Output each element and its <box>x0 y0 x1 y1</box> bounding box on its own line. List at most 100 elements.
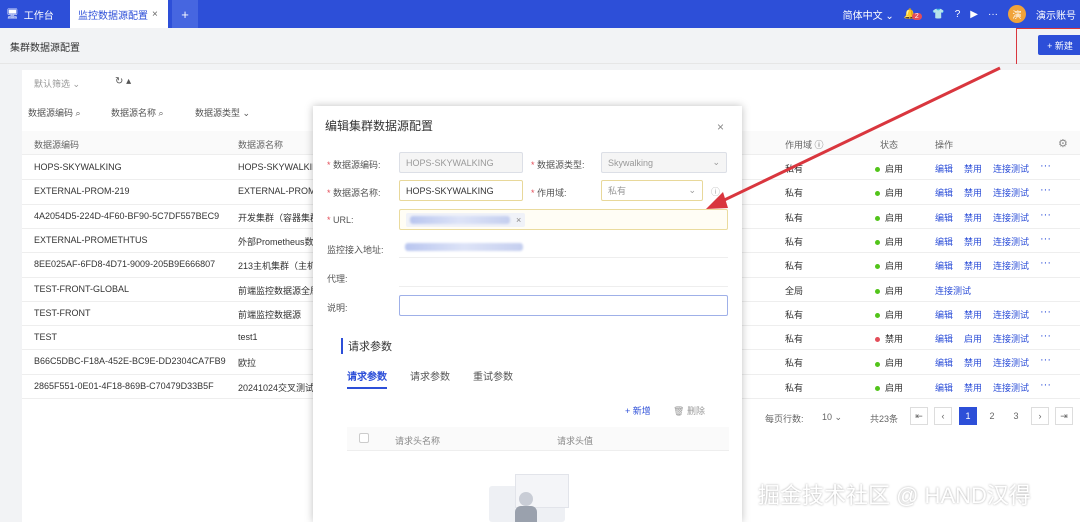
help-circle-icon: ⓘ <box>814 140 824 150</box>
row-action[interactable]: 禁用 <box>964 186 982 199</box>
row-action[interactable]: 编辑 <box>935 356 953 369</box>
per-page-select[interactable]: 10 ⌄ <box>822 412 842 423</box>
row-action[interactable]: 禁用 <box>964 235 982 248</box>
row-action[interactable]: 启用 <box>964 332 982 345</box>
proxy-divider <box>399 286 728 287</box>
url-input[interactable]: × <box>399 209 728 230</box>
select-all-checkbox[interactable] <box>359 433 369 443</box>
more-icon[interactable]: ··· <box>1040 306 1051 318</box>
add-tab-button[interactable]: + <box>172 0 198 28</box>
monitor-icon: 🖥 <box>6 8 19 20</box>
page-1[interactable]: 1 <box>959 407 977 425</box>
tab-retry-params[interactable]: 重试参数 <box>473 368 513 383</box>
row-action[interactable]: 连接测试 <box>993 162 1029 175</box>
default-filter-select[interactable]: 默认筛选 ⌄ <box>34 77 80 90</box>
row-action[interactable]: 编辑 <box>935 211 953 224</box>
row-action[interactable]: 连接测试 <box>993 308 1029 321</box>
row-action[interactable]: 连接测试 <box>993 186 1029 199</box>
help-circle-icon[interactable]: ⓘ <box>711 185 720 198</box>
row-action[interactable]: 连接测试 <box>993 259 1029 272</box>
search-icon: ⌕ <box>75 108 81 118</box>
edit-modal: 编辑集群数据源配置 × * 数据源编码: HOPS-SKYWALKING * 数… <box>313 106 742 522</box>
url-label: * URL: <box>327 215 354 225</box>
description-input[interactable] <box>399 295 728 316</box>
row-action[interactable]: 连接测试 <box>935 284 971 297</box>
row-action[interactable]: 编辑 <box>935 162 953 175</box>
next-page-button[interactable]: › <box>1031 407 1049 425</box>
watermark: 掘金技术社区 @ HAND汉得 <box>758 483 1031 508</box>
code-label: * 数据源编码: <box>327 160 381 170</box>
more-icon[interactable]: ··· <box>1040 209 1051 221</box>
refresh-icon[interactable]: ↻ ▴ <box>115 76 131 87</box>
status-dot <box>875 215 880 221</box>
play-icon[interactable]: ▶ <box>970 9 978 20</box>
row-action[interactable]: 禁用 <box>964 211 982 224</box>
more-icon[interactable]: ··· <box>1040 354 1051 366</box>
column-settings-icon[interactable]: ⚙ <box>1058 137 1068 150</box>
page-3[interactable]: 3 <box>1007 407 1025 425</box>
delete-header-button[interactable]: 🗑 删除 <box>673 404 705 417</box>
filter-name[interactable]: 数据源名称 ⌕ <box>111 106 164 119</box>
row-action[interactable]: 连接测试 <box>993 356 1029 369</box>
last-page-button[interactable]: ⇥ <box>1055 407 1073 425</box>
row-code: TEST-FRONT-GLOBAL <box>34 283 130 294</box>
status-label: 启用 <box>885 382 904 393</box>
row-status: 启用 <box>875 356 903 369</box>
language-select[interactable]: 简体中文 ⌄ <box>843 7 894 22</box>
name-input[interactable]: HOPS-SKYWALKING <box>399 180 523 201</box>
shirt-icon[interactable]: 👕 <box>932 9 944 20</box>
scope-select[interactable]: 私有 ⌄ <box>601 180 703 201</box>
monitor-address-input[interactable] <box>399 237 728 258</box>
help-icon[interactable]: ? <box>955 9 961 20</box>
add-header-button[interactable]: + 新增 <box>625 404 651 417</box>
more-icon[interactable]: ··· <box>1040 379 1051 391</box>
prev-page-button[interactable]: ‹ <box>934 407 952 425</box>
bell-icon[interactable]: 🔔 2 <box>904 9 922 20</box>
row-status: 启用 <box>875 162 903 175</box>
row-code: 4A2054D5-224D-4F60-BF90-5C7DF557BEC9 <box>34 210 220 221</box>
first-page-button[interactable]: ⇤ <box>910 407 928 425</box>
tab-datasource-config[interactable]: 监控数据源配置 × <box>70 0 168 28</box>
row-action[interactable]: 编辑 <box>935 235 953 248</box>
page-2[interactable]: 2 <box>983 407 1001 425</box>
row-name: 欧拉 <box>238 358 257 369</box>
section-title: 请求参数 <box>341 338 392 354</box>
more-icon[interactable]: ··· <box>1040 233 1051 245</box>
row-action[interactable]: 编辑 <box>935 186 953 199</box>
row-action[interactable]: 编辑 <box>935 308 953 321</box>
more-icon[interactable]: ··· <box>1040 257 1051 269</box>
more-icon[interactable]: ··· <box>1040 330 1051 342</box>
account-name[interactable]: 演示账号 <box>1036 7 1076 22</box>
row-action[interactable]: 连接测试 <box>993 381 1029 394</box>
more-icon[interactable]: ··· <box>1040 160 1051 172</box>
filter-type[interactable]: 数据源类型 ⌄ <box>195 106 250 119</box>
col-header-value: 请求头值 <box>557 436 594 446</box>
row-action[interactable]: 编辑 <box>935 381 953 394</box>
close-icon[interactable]: × <box>152 9 158 20</box>
more-icon[interactable]: ··· <box>988 9 998 20</box>
avatar[interactable]: 演 <box>1008 5 1026 23</box>
close-icon[interactable]: × <box>717 120 724 134</box>
row-action[interactable]: 禁用 <box>964 356 982 369</box>
row-action[interactable]: 连接测试 <box>993 211 1029 224</box>
tab-request-params[interactable]: 请求参数 <box>347 368 387 389</box>
row-action[interactable]: 编辑 <box>935 332 953 345</box>
search-icon: ⌕ <box>158 108 164 118</box>
row-action[interactable]: 禁用 <box>964 259 982 272</box>
more-icon[interactable]: ··· <box>1040 184 1051 196</box>
row-action[interactable]: 编辑 <box>935 259 953 272</box>
row-action[interactable]: 连接测试 <box>993 235 1029 248</box>
row-action[interactable]: 禁用 <box>964 381 982 394</box>
close-icon[interactable]: × <box>516 215 521 225</box>
row-name: 外部Prometheus数 <box>238 236 314 247</box>
row-action[interactable]: 连接测试 <box>993 332 1029 345</box>
total-count: 共23条 <box>870 414 899 424</box>
filter-code[interactable]: 数据源编码 ⌕ <box>28 106 81 119</box>
status-label: 启用 <box>885 309 904 320</box>
tab-workbench[interactable]: 🖥 工作台 <box>6 0 64 28</box>
row-action[interactable]: 禁用 <box>964 308 982 321</box>
type-select: Skywalking ⌄ <box>601 152 727 173</box>
tab-request-params-2[interactable]: 请求参数 <box>410 368 450 383</box>
row-scope: 私有 <box>785 261 804 272</box>
row-action[interactable]: 禁用 <box>964 162 982 175</box>
